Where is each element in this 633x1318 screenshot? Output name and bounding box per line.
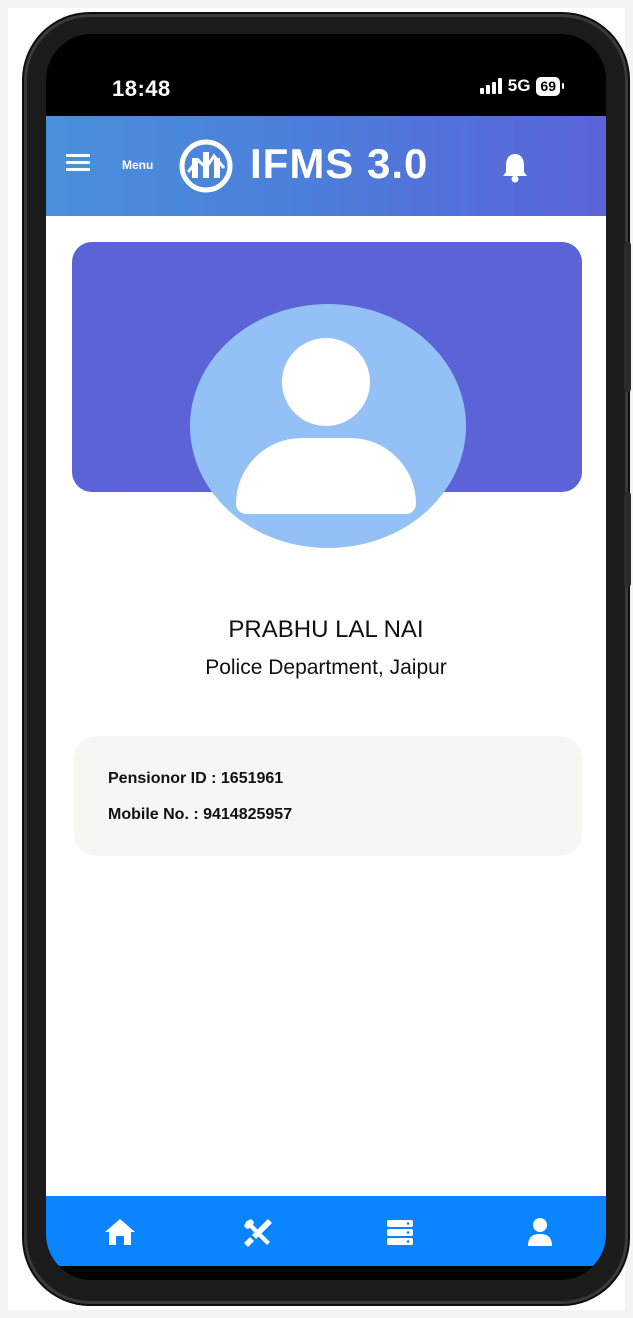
status-bar: 18:48 5G 69 xyxy=(46,34,606,116)
nav-tools[interactable] xyxy=(238,1214,278,1250)
app-title: IFMS 3.0 xyxy=(250,140,429,187)
battery-icon: 69 xyxy=(536,76,564,96)
home-icon xyxy=(105,1219,135,1245)
list-icon xyxy=(387,1220,413,1245)
phone-screen: 18:48 5G 69 Menu IFMS 3.0 PRABHU LAL NAI… xyxy=(46,34,606,1280)
nav-home[interactable] xyxy=(100,1214,140,1250)
phone-frame: 18:48 5G 69 Menu IFMS 3.0 PRABHU LAL NAI… xyxy=(24,14,631,1304)
status-time: 18:48 xyxy=(112,76,171,101)
nav-profile[interactable] xyxy=(520,1214,560,1250)
menu-label[interactable]: Menu xyxy=(122,158,153,172)
logo-icon xyxy=(179,139,233,193)
info-card: Pensionor ID : 1651961 Mobile No. : 9414… xyxy=(74,736,582,856)
mobile-number: Mobile No. : 9414825957 xyxy=(108,806,293,823)
network-type: 5G xyxy=(507,76,531,95)
user-icon xyxy=(528,1218,552,1246)
pensioner-id: Pensionor ID : 1651961 xyxy=(108,770,284,787)
status-indicators: 5G 69 xyxy=(479,76,564,96)
profile-department: Police Department, Jaipur xyxy=(205,656,447,679)
tools-icon xyxy=(244,1219,272,1247)
bell-icon[interactable] xyxy=(500,150,530,184)
hamburger-icon[interactable] xyxy=(66,154,90,172)
volume-button xyxy=(624,242,631,392)
home-indicator xyxy=(46,1266,606,1280)
profile-name: PRABHU LAL NAI xyxy=(228,616,424,643)
profile-content: PRABHU LAL NAI Police Department, Jaipur… xyxy=(46,216,606,1196)
nav-list[interactable] xyxy=(380,1214,420,1250)
power-button xyxy=(624,492,631,587)
avatar-head xyxy=(282,338,370,426)
signal-icon xyxy=(479,78,502,94)
bottom-nav xyxy=(46,1196,606,1266)
avatar xyxy=(190,304,466,548)
app-header: Menu IFMS 3.0 xyxy=(46,116,606,216)
avatar-body xyxy=(236,438,416,514)
